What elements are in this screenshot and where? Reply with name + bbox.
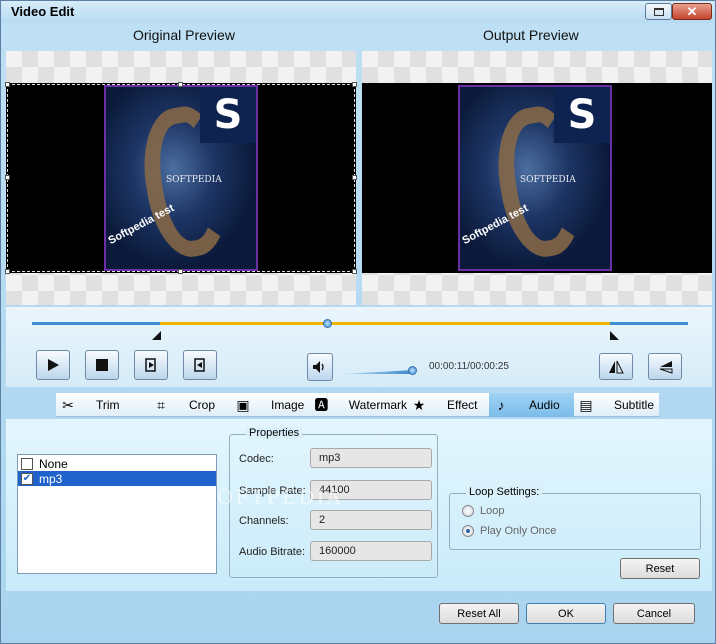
radio-button-selected[interactable] (462, 525, 474, 537)
crop-handle[interactable] (5, 269, 10, 274)
reset-all-button[interactable]: Reset All (439, 603, 519, 624)
video-edit-window: Video Edit ✕ Original Preview Output Pre… (0, 0, 716, 644)
list-item-label: None (39, 456, 68, 471)
tab-watermark[interactable]: 🅰 Watermark (310, 393, 407, 417)
tab-audio[interactable]: ♪ Audio (489, 393, 574, 417)
set-start-button[interactable] (134, 350, 168, 380)
tab-subtitle[interactable]: ▤ Subtitle (574, 393, 659, 417)
properties-legend: Properties (246, 427, 303, 439)
tab-label: Effect (447, 398, 478, 412)
trim-start-marker-icon[interactable] (152, 331, 161, 340)
title-bar: Video Edit ✕ (1, 1, 715, 23)
codec-field: mp3 (310, 448, 432, 468)
flip-horizontal-icon (609, 360, 624, 373)
output-video-image: S SOFTPEDIA Softpedia test (458, 85, 612, 271)
play-button[interactable] (36, 350, 70, 380)
audio-bitrate-label: Audio Bitrate: (239, 546, 306, 558)
checkbox[interactable] (21, 457, 33, 470)
crop-handle[interactable] (5, 175, 10, 180)
set-end-button[interactable] (183, 350, 217, 380)
crop-handle[interactable] (352, 175, 357, 180)
stop-icon (96, 359, 108, 371)
mark-start-icon (145, 358, 156, 372)
stop-button[interactable] (85, 350, 119, 380)
close-icon: ✕ (686, 4, 698, 19)
tab-effect[interactable]: ★ Effect (407, 393, 489, 417)
flip-horizontal-button[interactable] (599, 353, 633, 380)
reset-button[interactable]: Reset (620, 558, 700, 579)
list-item[interactable]: ✔ mp3 (18, 471, 216, 486)
softpedia-watermark: SOFTPEDIA (201, 485, 343, 509)
tab-label: Crop (189, 398, 216, 412)
crop-selection-box[interactable] (7, 84, 355, 272)
tab-label: Audio (529, 398, 560, 412)
output-preview: S SOFTPEDIA Softpedia test (362, 51, 712, 305)
output-preview-label: Output Preview (483, 27, 579, 43)
volume-button[interactable] (307, 353, 333, 381)
crop-handle[interactable] (352, 82, 357, 87)
tab-label: Image (271, 398, 305, 412)
codec-label: Codec: (239, 453, 274, 465)
close-button[interactable]: ✕ (672, 3, 712, 20)
original-preview[interactable]: S SOFTPEDIA Softpedia test (5, 51, 357, 305)
window-title: Video Edit (11, 4, 75, 19)
loop-radio-label: Loop (480, 505, 505, 517)
play-icon (48, 359, 59, 371)
tab-label: Subtitle (614, 398, 655, 412)
image-icon: ▣ (236, 396, 250, 413)
maximize-icon (653, 7, 664, 16)
crop-handle[interactable] (5, 82, 10, 87)
channels-label: Channels: (239, 515, 289, 527)
star-icon: ★ (412, 396, 426, 413)
tab-crop[interactable]: ⌗ Crop (149, 393, 231, 417)
crop-handle[interactable] (178, 269, 183, 274)
original-preview-label: Original Preview (133, 27, 235, 43)
ok-button[interactable]: OK (526, 603, 606, 624)
channels-field: 2 (310, 510, 432, 530)
softpedia-logo: S (554, 87, 610, 143)
loop-settings-group: Loop Settings: (449, 486, 701, 550)
tab-label: Watermark (348, 398, 407, 412)
audio-track-list[interactable]: None ✔ mp3 (17, 454, 217, 574)
mark-end-icon (194, 358, 205, 372)
tab-label: Trim (96, 398, 120, 412)
list-item[interactable]: None (18, 456, 216, 471)
speaker-icon (313, 361, 324, 373)
play-once-radio[interactable]: Play Only Once (462, 525, 556, 537)
flip-vertical-icon (659, 360, 673, 374)
crop-handle[interactable] (178, 82, 183, 87)
tab-trim[interactable]: ✂ Trim (56, 393, 149, 417)
cancel-button[interactable]: Cancel (613, 603, 695, 624)
audio-bitrate-field: 160000 (310, 541, 432, 561)
music-note-icon: ♪ (497, 397, 505, 413)
edit-tabs: ✂ Trim ⌗ Crop ▣ Image 🅰 Watermark ★ Effe… (56, 393, 659, 417)
trim-end-marker-icon[interactable] (610, 331, 619, 340)
volume-slider-thumb[interactable] (408, 366, 417, 375)
radio-button[interactable] (462, 505, 474, 517)
time-display: 00:00:11/00:00:25 (429, 361, 509, 372)
poster-brand-text: SOFTPEDIA (520, 175, 576, 185)
watermark-icon: 🅰 (314, 397, 329, 413)
maximize-button[interactable] (645, 3, 672, 20)
timeline-playhead[interactable] (323, 319, 332, 328)
flip-vertical-button[interactable] (648, 353, 682, 380)
loop-radio[interactable]: Loop (462, 505, 504, 517)
scissors-icon: ✂ (62, 396, 74, 413)
loop-settings-legend: Loop Settings: (466, 486, 543, 498)
crop-icon: ⌗ (157, 396, 165, 413)
crop-handle[interactable] (352, 269, 357, 274)
tab-image[interactable]: ▣ Image (231, 393, 310, 417)
list-item-label: mp3 (39, 471, 63, 486)
play-once-radio-label: Play Only Once (480, 525, 557, 537)
subtitle-icon: ▤ (579, 396, 593, 413)
checkbox-checked[interactable]: ✔ (21, 472, 33, 485)
timeline-selection (160, 322, 610, 325)
